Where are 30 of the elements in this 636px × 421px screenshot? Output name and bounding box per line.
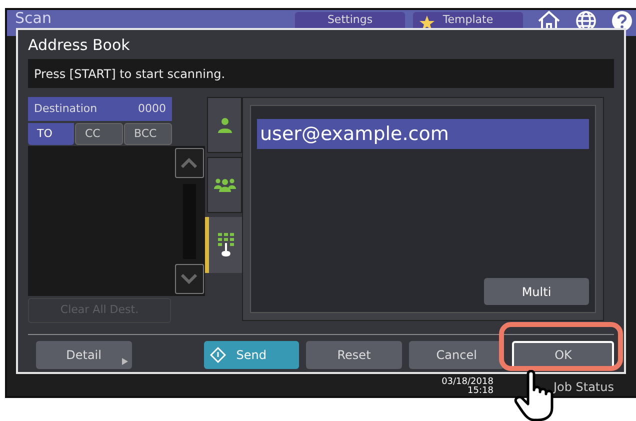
scroll-up-button[interactable] [174,148,204,178]
recipient-tab[interactable]: BCC [124,123,172,145]
send-button[interactable]: Send [204,341,300,369]
multi-button[interactable]: Multi [484,278,589,305]
screen-title: Scan [15,10,52,27]
side-tab[interactable] [207,97,242,153]
chevron-down-icon [181,274,197,284]
scroll-down-button[interactable] [174,264,204,294]
detail-button[interactable]: Detail [36,341,132,369]
person-icon [216,117,232,133]
star-icon [419,15,435,31]
keypad-icon [218,233,234,257]
message-text: Press [START] to start scanning. [34,66,226,82]
caret-icon [122,358,128,365]
side-tab[interactable] [205,217,242,273]
destination-label: Destination [34,100,98,117]
status-time: 15:18 [468,386,494,396]
recipient-tab[interactable]: CC [75,123,123,145]
start-diamond-icon [210,347,226,363]
group-icon [214,178,236,192]
side-tab[interactable] [207,157,242,213]
dialog-button[interactable]: Reset [306,341,402,369]
address-field[interactable]: user@example.com [257,119,589,149]
job-status-button[interactable]: Job Status [553,378,628,396]
status-date: 03/18/2018 [442,378,494,386]
dialog-title: Address Book [28,35,131,56]
chevron-up-icon [181,158,197,168]
destination-count: 0000 [138,100,166,117]
dialog-button[interactable]: Cancel [408,341,504,369]
recipient-tab[interactable]: TO [28,123,74,145]
